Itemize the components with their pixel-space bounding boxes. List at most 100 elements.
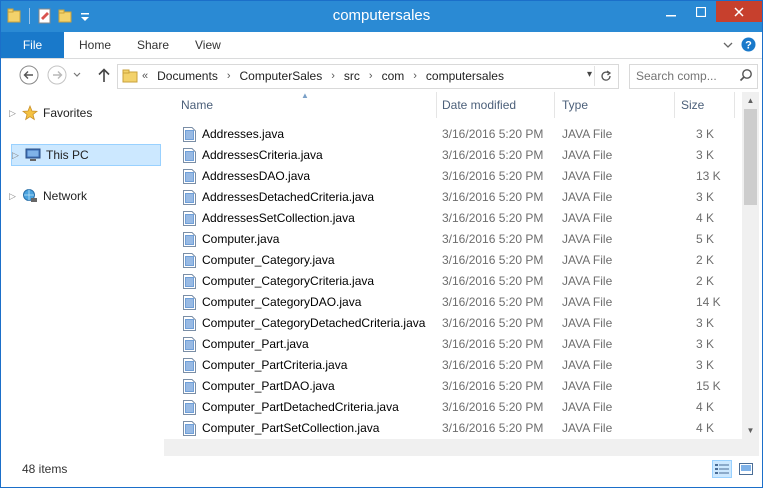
search-icon[interactable] [739,68,753,82]
breadcrumb-computersales[interactable]: computersales [426,69,504,83]
breadcrumb: « Documents › ComputerSales › src › com … [142,69,504,83]
file-row[interactable]: Computer_CategoryDAO.java 3/16/2016 5:20 … [164,292,742,313]
star-icon [21,105,39,121]
breadcrumb-separator-icon[interactable]: › [227,70,231,82]
file-size: 2 K [696,274,715,288]
file-row[interactable]: AddressesDAO.java 3/16/2016 5:20 PM JAVA F… [164,166,742,187]
file-size: 15 K [696,379,721,393]
address-dropdown-icon[interactable]: ▾ [587,69,592,80]
breadcrumb-separator-icon[interactable]: › [369,70,373,82]
file-type: JAVA File [562,253,613,267]
column-header-name[interactable]: Name [181,98,213,112]
file-name: Computer.java [202,232,280,246]
tab-file[interactable]: File [1,32,64,58]
file-row[interactable]: Computer_Part.java 3/16/2016 5:20 PM JAVA … [164,334,742,355]
expand-icon[interactable]: ▷ [9,191,19,202]
file-row[interactable]: Computer_Category.java 3/16/2016 5:20 PM J… [164,250,742,271]
file-row[interactable]: Computer_PartDAO.java 3/16/2016 5:20 PM JA… [164,376,742,397]
breadcrumb-overflow[interactable]: « [142,70,148,82]
tab-home[interactable]: Home [79,38,111,52]
maximize-button[interactable] [686,1,716,22]
ribbon-tabs: File Home Share View ? [1,32,762,59]
file-row[interactable]: Computer_PartCriteria.java 3/16/2016 5:20… [164,355,742,376]
file-row[interactable]: Computer.java 3/16/2016 5:20 PM JAVA File 5… [164,229,742,250]
file-date-modified: 3/16/2016 5:20 PM [442,379,544,393]
file-name: Computer_PartCriteria.java [202,358,348,372]
forward-button[interactable] [46,64,68,86]
file-name: Computer_PartSetCollection.java [202,421,380,435]
recent-locations-button[interactable] [71,64,83,86]
svg-text:?: ? [745,40,752,52]
expand-ribbon-icon[interactable] [723,41,733,49]
file-date-modified: 3/16/2016 5:20 PM [442,358,544,372]
back-button[interactable] [18,64,40,86]
ribbon-right-controls: ? [723,37,756,52]
horizontal-scrollbar[interactable] [164,439,759,456]
file-row[interactable]: AddressesCriteria.java 3/16/2016 5:20 PM J… [164,145,742,166]
file-date-modified: 3/16/2016 5:20 PM [442,295,544,309]
file-type: JAVA File [562,337,613,351]
column-header-type[interactable]: Type [562,98,588,112]
file-type: JAVA File [562,274,613,288]
file-size: 3 K [696,148,715,162]
java-file-icon [183,169,196,184]
chevron-down-icon [73,72,81,77]
forward-arrow-icon [47,65,67,85]
column-header-date-modified[interactable]: Date modified [442,98,516,112]
column-divider[interactable] [554,92,555,118]
status-bar: 48 items [1,456,762,487]
vertical-scrollbar[interactable]: ▲ ▼ [742,92,759,439]
column-divider[interactable] [734,92,735,118]
breadcrumb-computersales-project[interactable]: ComputerSales [240,69,323,83]
nav-item-network[interactable]: ▷ Network [9,186,161,206]
breadcrumb-separator-icon[interactable]: › [413,70,417,82]
file-size: 3 K [696,127,715,141]
back-arrow-icon [19,65,39,85]
column-header-size[interactable]: Size [681,98,704,112]
view-switcher [712,460,756,478]
nav-label-network: Network [43,189,88,203]
file-size: 13 K [696,169,721,183]
breadcrumb-com[interactable]: com [382,69,405,83]
scroll-down-button[interactable]: ▼ [742,422,759,439]
tab-view[interactable]: View [195,38,221,52]
breadcrumb-documents[interactable]: Documents [157,69,218,83]
address-bar[interactable]: « Documents › ComputerSales › src › com … [117,64,619,89]
expand-icon[interactable]: ▷ [12,150,22,161]
search-input[interactable] [634,68,734,84]
tab-share[interactable]: Share [137,38,169,52]
nav-item-favorites[interactable]: ▷ Favorites [9,103,161,123]
details-view-button[interactable] [712,460,732,478]
search-box[interactable] [629,64,758,89]
minimize-button[interactable] [656,1,686,22]
close-button[interactable] [716,1,762,22]
expand-icon[interactable]: ▷ [9,108,19,119]
file-size: 3 K [696,316,715,330]
nav-item-this-pc[interactable]: ▷ This PC [11,144,161,166]
refresh-icon [600,70,611,81]
column-divider[interactable] [436,92,437,118]
minimize-icon [666,14,676,16]
breadcrumb-src[interactable]: src [344,69,360,83]
column-divider[interactable] [674,92,675,118]
large-icons-view-button[interactable] [736,460,756,478]
up-button[interactable] [93,64,115,86]
file-row[interactable]: Computer_PartDetachedCriteria.java 3/16/2… [164,397,742,418]
file-row[interactable]: Addresses.java 3/16/2016 5:20 PM JAVA File… [164,124,742,145]
file-row[interactable]: AddressesSetCollection.java 3/16/2016 5:2… [164,208,742,229]
help-icon[interactable]: ? [741,37,756,52]
computer-icon [24,147,42,163]
file-type: JAVA File [562,358,613,372]
file-row[interactable]: Computer_CategoryCriteria.java 3/16/2016 … [164,271,742,292]
java-file-icon [183,421,196,436]
file-name: AddressesCriteria.java [202,148,323,162]
refresh-button[interactable] [594,66,616,86]
scroll-thumb[interactable] [744,109,757,205]
file-row[interactable]: Computer_CategoryDetachedCriteria.java 3/… [164,313,742,334]
java-file-icon [183,295,196,310]
file-row[interactable]: Computer_PartSetCollection.java 3/16/2016… [164,418,742,439]
file-row[interactable]: AddressesDetachedCriteria.java 3/16/2016 … [164,187,742,208]
file-type: JAVA File [562,127,613,141]
scroll-up-button[interactable]: ▲ [742,92,759,109]
breadcrumb-separator-icon[interactable]: › [331,70,335,82]
